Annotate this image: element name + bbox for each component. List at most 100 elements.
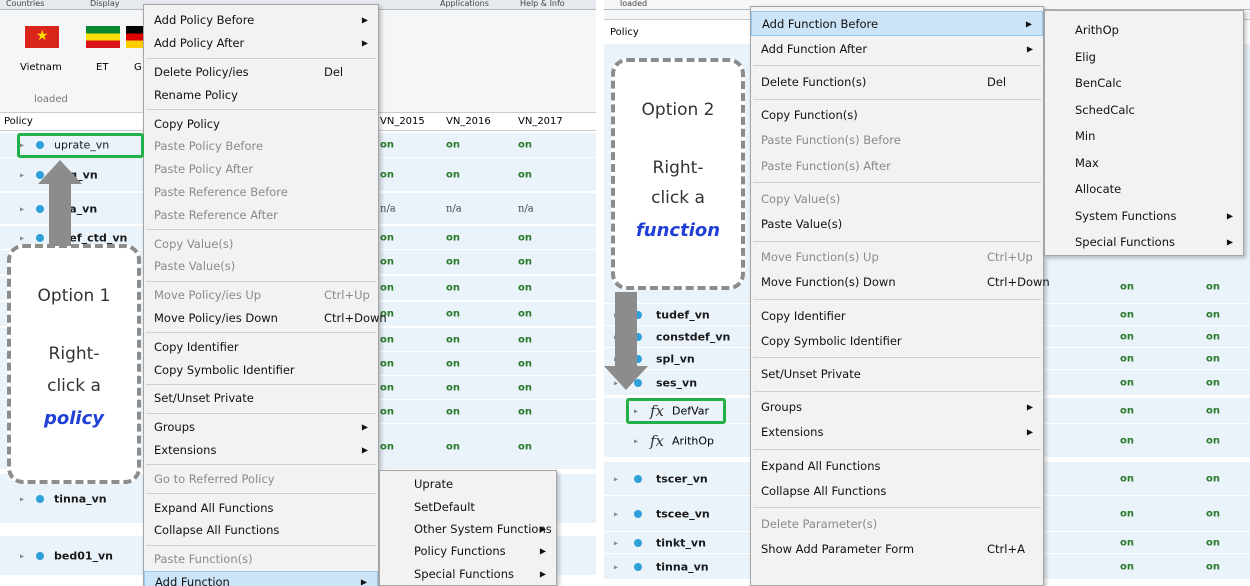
menu-item-paste-value-s[interactable]: Paste Value(s): [144, 255, 378, 278]
menu-item-move-function-s-up[interactable]: Move Function(s) Up Ctrl+Up: [751, 245, 1043, 270]
value-cell[interactable]: on: [518, 283, 532, 294]
menu-item-uprate[interactable]: Uprate: [380, 473, 556, 495]
tab-help-info[interactable]: Help & Info: [520, 0, 565, 8]
menu-item-setdefault[interactable]: SetDefault: [380, 495, 556, 517]
menu-item-paste-function-s-before[interactable]: Paste Function(s) Before: [751, 128, 1043, 153]
menu-item-elig[interactable]: Elig: [1045, 44, 1243, 71]
expand-chevron-icon[interactable]: ▸: [614, 474, 618, 483]
menu-item-extensions[interactable]: Extensions ▶: [751, 420, 1043, 445]
value-cell[interactable]: on: [446, 441, 460, 452]
expand-chevron-icon[interactable]: ▸: [20, 494, 24, 503]
value-cell[interactable]: on: [446, 283, 460, 294]
menu-item-system-functions[interactable]: System Functions ▶: [1045, 203, 1243, 230]
value-cell[interactable]: on: [1206, 353, 1220, 364]
value-cell[interactable]: on: [518, 406, 532, 417]
expand-chevron-icon[interactable]: ▸: [634, 436, 638, 445]
value-cell[interactable]: on: [1120, 353, 1134, 364]
value-cell[interactable]: on: [1206, 537, 1220, 548]
expand-chevron-icon[interactable]: ▸: [20, 204, 24, 213]
value-cell[interactable]: on: [380, 406, 394, 417]
menu-item-arithop[interactable]: ArithOp: [1045, 17, 1243, 44]
value-cell[interactable]: on: [1120, 537, 1134, 548]
menu-item-delete-parameter-s[interactable]: Delete Parameter(s): [751, 511, 1043, 536]
value-cell[interactable]: on: [1206, 405, 1220, 416]
value-cell[interactable]: on: [446, 334, 460, 345]
menu-item-max[interactable]: Max: [1045, 150, 1243, 177]
menu-item-set-unset-private[interactable]: Set/Unset Private: [751, 361, 1043, 386]
value-cell[interactable]: on: [1120, 331, 1134, 342]
menu-item-copy-identifier[interactable]: Copy Identifier: [751, 303, 1043, 328]
menu-item-rename-policy[interactable]: Rename Policy: [144, 83, 378, 106]
menu-item-add-function-before[interactable]: Add Function Before ▶: [751, 11, 1043, 37]
value-cell[interactable]: on: [1206, 508, 1220, 519]
menu-item-expand-all-functions[interactable]: Expand All Functions: [751, 453, 1043, 478]
menu-item-move-function-s-down[interactable]: Move Function(s) Down Ctrl+Down: [751, 270, 1050, 295]
menu-item-allocate[interactable]: Allocate: [1045, 176, 1243, 203]
tab-display[interactable]: Display: [90, 0, 120, 8]
menu-item-copy-symbolic-identifier[interactable]: Copy Symbolic Identifier: [144, 358, 378, 381]
menu-item-paste-value-s[interactable]: Paste Value(s): [751, 211, 1043, 236]
menu-item-min[interactable]: Min: [1045, 123, 1243, 150]
expand-chevron-icon[interactable]: ▸: [20, 551, 24, 560]
value-cell[interactable]: on: [380, 169, 394, 180]
value-cell[interactable]: on: [1120, 435, 1134, 446]
menu-item-add-policy-after[interactable]: Add Policy After ▶: [144, 32, 378, 55]
value-cell[interactable]: on: [1206, 561, 1220, 572]
value-cell[interactable]: on: [380, 140, 394, 151]
value-cell[interactable]: on: [1120, 405, 1134, 416]
tab-countries[interactable]: Countries: [6, 0, 44, 8]
value-cell[interactable]: on: [518, 382, 532, 393]
expand-chevron-icon[interactable]: ▸: [614, 538, 618, 547]
menu-item-other-system-functions[interactable]: Other System Functions ▶: [380, 518, 556, 540]
menu-item-collapse-all-functions[interactable]: Collapse All Functions: [144, 519, 378, 542]
menu-item-add-policy-before[interactable]: Add Policy Before ▶: [144, 9, 378, 32]
menu-item-paste-reference-before[interactable]: Paste Reference Before: [144, 181, 378, 204]
menu-item-paste-policy-before[interactable]: Paste Policy Before: [144, 135, 378, 158]
menu-item-delete-policy-ies[interactable]: Delete Policy/ies Del: [144, 61, 378, 84]
value-cell[interactable]: on: [446, 169, 460, 180]
value-cell[interactable]: on: [1206, 331, 1220, 342]
menu-item-delete-function-s[interactable]: Delete Function(s) Del: [751, 69, 1043, 94]
value-cell[interactable]: on: [380, 283, 394, 294]
menu-item-set-unset-private[interactable]: Set/Unset Private: [144, 387, 378, 410]
value-cell[interactable]: on: [380, 358, 394, 369]
value-cell[interactable]: on: [518, 169, 532, 180]
menu-item-copy-value-s[interactable]: Copy Value(s): [144, 232, 378, 255]
expand-chevron-icon[interactable]: ▸: [614, 509, 618, 518]
value-cell[interactable]: on: [518, 441, 532, 452]
value-cell[interactable]: on: [446, 257, 460, 268]
value-cell[interactable]: on: [518, 358, 532, 369]
value-cell[interactable]: on: [380, 257, 394, 268]
menu-item-groups[interactable]: Groups ▶: [751, 395, 1043, 420]
value-cell[interactable]: on: [1206, 435, 1220, 446]
menu-item-move-policy-ies-up[interactable]: Move Policy/ies Up Ctrl+Up: [144, 284, 378, 307]
value-cell[interactable]: on: [518, 309, 532, 320]
menu-item-paste-function-s[interactable]: Paste Function(s): [144, 548, 378, 571]
value-cell[interactable]: on: [1206, 473, 1220, 484]
menu-item-special-functions[interactable]: Special Functions ▶: [380, 563, 556, 585]
value-cell[interactable]: on: [380, 334, 394, 345]
menu-item-groups[interactable]: Groups ▶: [144, 416, 378, 439]
value-cell[interactable]: n/a: [380, 203, 396, 214]
value-cell[interactable]: on: [380, 382, 394, 393]
value-cell[interactable]: n/a: [446, 203, 462, 214]
value-cell[interactable]: on: [1206, 377, 1220, 388]
menu-item-show-add-parameter-form[interactable]: Show Add Parameter Form Ctrl+A: [751, 537, 1043, 562]
col-vn2016[interactable]: VN_2016: [446, 116, 491, 127]
menu-item-go-to-referred-policy[interactable]: Go to Referred Policy: [144, 467, 378, 490]
menu-item-bencalc[interactable]: BenCalc: [1045, 70, 1243, 97]
value-cell[interactable]: on: [1120, 377, 1134, 388]
value-cell[interactable]: on: [1120, 309, 1134, 320]
menu-item-move-policy-ies-down[interactable]: Move Policy/ies Down Ctrl+Down: [144, 307, 387, 330]
menu-item-collapse-all-functions[interactable]: Collapse All Functions: [751, 478, 1043, 503]
menu-item-copy-symbolic-identifier[interactable]: Copy Symbolic Identifier: [751, 328, 1043, 353]
expand-chevron-icon[interactable]: ▸: [20, 170, 24, 179]
col-vn2015[interactable]: VN_2015: [380, 116, 425, 127]
menu-item-extensions[interactable]: Extensions ▶: [144, 439, 378, 462]
menu-item-paste-policy-after[interactable]: Paste Policy After: [144, 158, 378, 181]
et-button[interactable]: ET: [80, 24, 126, 84]
menu-item-copy-policy[interactable]: Copy Policy: [144, 112, 378, 135]
menu-item-special-functions[interactable]: Special Functions ▶: [1045, 229, 1243, 256]
value-cell[interactable]: on: [518, 232, 532, 243]
menu-item-copy-value-s[interactable]: Copy Value(s): [751, 186, 1043, 211]
